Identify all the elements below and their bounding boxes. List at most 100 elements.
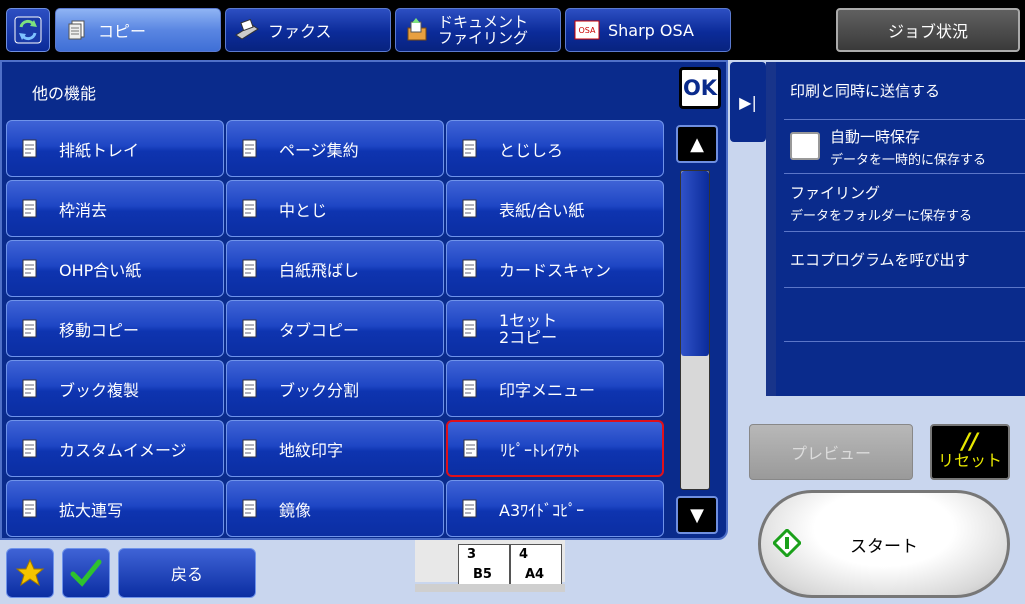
- mirror-icon: [239, 498, 261, 520]
- auto-save-checkbox[interactable]: [790, 132, 820, 160]
- function-button[interactable]: 1セット 2コピー: [446, 300, 664, 357]
- function-button[interactable]: OHP合い紙: [6, 240, 224, 297]
- tab-fax[interactable]: ファクス: [225, 8, 391, 52]
- function-label: 中とじ: [279, 200, 328, 220]
- ok-button[interactable]: OK: [679, 67, 721, 109]
- function-button[interactable]: 鏡像: [226, 480, 444, 537]
- function-button[interactable]: 枠消去: [6, 180, 224, 237]
- home-button[interactable]: [6, 8, 50, 52]
- card-scan-icon: [459, 258, 481, 280]
- function-button[interactable]: とじしろ: [446, 120, 664, 177]
- side-item-empty: [784, 288, 1025, 342]
- function-button[interactable]: ページ集約: [226, 120, 444, 177]
- scroll-up-button[interactable]: ▲: [676, 125, 718, 163]
- start-diamond-icon: [773, 529, 801, 557]
- reset-icon: //: [961, 430, 979, 455]
- panel-title: 他の機能: [32, 84, 97, 103]
- one-set-two-copy-icon: [459, 318, 481, 340]
- function-button[interactable]: ブック複製: [6, 360, 224, 417]
- side-item-label: 印刷と同時に送信する: [790, 82, 941, 100]
- function-button[interactable]: 拡大連写: [6, 480, 224, 537]
- tab-sharp-osa[interactable]: OSA Sharp OSA: [565, 8, 731, 52]
- function-label: 排紙トレイ: [59, 140, 140, 160]
- top-bar: コピー ファクス ドキュメント ファイリング OSA Sharp OSA ジョブ…: [0, 0, 1025, 60]
- stamp-menu-icon: [459, 378, 481, 400]
- function-label: 印字メニュー: [499, 380, 596, 400]
- function-button[interactable]: ﾘﾋﾟｰﾄﾚｲｱｳﾄ: [446, 420, 664, 477]
- function-button[interactable]: 地紋印字: [226, 420, 444, 477]
- function-button[interactable]: 移動コピー: [6, 300, 224, 357]
- scrollbar-thumb[interactable]: [681, 171, 709, 356]
- back-button[interactable]: 戻る: [118, 548, 256, 598]
- tab-copy[interactable]: コピー: [55, 8, 221, 52]
- confirm-button[interactable]: [62, 548, 110, 598]
- multi-page-enlarge-icon: [19, 498, 41, 520]
- page-aggregate-icon: [239, 138, 261, 160]
- function-button[interactable]: 印字メニュー: [446, 360, 664, 417]
- reset-button[interactable]: // リセット: [930, 424, 1010, 480]
- function-label: 拡大連写: [59, 500, 124, 520]
- copy-icon: [64, 18, 90, 42]
- pattern-print-icon: [239, 438, 261, 460]
- function-label: 表紙/合い紙: [499, 200, 585, 220]
- tray-4: 4 A4: [510, 544, 562, 586]
- function-button[interactable]: 表紙/合い紙: [446, 180, 664, 237]
- function-label: カードスキャン: [499, 260, 612, 280]
- function-button[interactable]: 白紙飛ばし: [226, 240, 444, 297]
- scroll-down-button[interactable]: ▼: [676, 496, 718, 534]
- preview-button[interactable]: プレビュー: [749, 424, 913, 480]
- tray-3: 3 B5: [458, 544, 510, 586]
- side-item-label: エコプログラムを呼び出す: [790, 251, 970, 269]
- osa-badge-text: OSA: [579, 26, 597, 35]
- function-label: ブック複製: [59, 380, 140, 400]
- side-panel: 印刷と同時に送信する 自動一時保存 データを一時的に保存する ファイリング デー…: [766, 62, 1025, 396]
- job-status-button[interactable]: ジョブ状況: [836, 8, 1020, 52]
- function-button[interactable]: 排紙トレイ: [6, 120, 224, 177]
- fax-icon: [234, 18, 260, 42]
- tab-copy-icon: [239, 318, 261, 340]
- checkmark-icon: [70, 559, 102, 587]
- play-pause-icon: ▶|: [739, 92, 757, 112]
- tab-document-filing[interactable]: ドキュメント ファイリング: [395, 8, 561, 52]
- function-button[interactable]: A3ﾜｲﾄﾞｺﾋﾟｰ: [446, 480, 664, 537]
- center-staple-icon: [239, 198, 261, 220]
- side-item-filing[interactable]: ファイリング データをフォルダーに保存する: [784, 174, 1025, 232]
- function-label: 1セット 2コピー: [499, 310, 558, 347]
- side-item-send-while-print[interactable]: 印刷と同時に送信する: [784, 62, 1025, 120]
- book-split-icon: [239, 378, 261, 400]
- function-label: 枠消去: [59, 200, 108, 220]
- function-button[interactable]: 中とじ: [226, 180, 444, 237]
- tab-sharp-osa-label: Sharp OSA: [608, 20, 694, 40]
- function-label: A3ﾜｲﾄﾞｺﾋﾟｰ: [499, 500, 585, 520]
- function-label: ブック分割: [279, 380, 360, 400]
- function-button[interactable]: タブコピー: [226, 300, 444, 357]
- side-item-label: 自動一時保存: [830, 127, 921, 146]
- tray-base: [415, 584, 565, 592]
- start-button[interactable]: スタート: [758, 490, 1010, 598]
- function-button[interactable]: ブック分割: [226, 360, 444, 417]
- side-panel-toggle[interactable]: ▶|: [730, 62, 766, 142]
- ohp-insert-icon: [19, 258, 41, 280]
- blank-skip-icon: [239, 258, 261, 280]
- function-button[interactable]: カードスキャン: [446, 240, 664, 297]
- function-label: 鏡像: [279, 500, 312, 520]
- side-item-sub: データを一時的に保存する: [830, 152, 987, 168]
- custom-image-icon: [19, 438, 41, 460]
- function-button[interactable]: カスタムイメージ: [6, 420, 224, 477]
- function-label: 地紋印字: [279, 440, 344, 460]
- arrow-down-icon: ▼: [690, 504, 704, 526]
- function-label: 白紙飛ばし: [279, 260, 360, 280]
- arrow-up-icon: ▲: [690, 133, 704, 155]
- star-icon: [15, 558, 45, 587]
- output-tray-icon: [19, 138, 41, 160]
- scrollbar-track[interactable]: [680, 170, 710, 490]
- osa-icon: OSA: [574, 18, 600, 42]
- favorites-button[interactable]: [6, 548, 54, 598]
- tab-fax-label: ファクス: [268, 22, 332, 41]
- side-item-eco-program[interactable]: エコプログラムを呼び出す: [784, 232, 1025, 288]
- book-copy-icon: [19, 378, 41, 400]
- function-label: ページ集約: [279, 140, 359, 160]
- side-item-sub: データをフォルダーに保存する: [790, 208, 973, 224]
- binding-margin-icon: [459, 138, 481, 160]
- side-item-auto-save[interactable]: 自動一時保存 データを一時的に保存する: [784, 120, 1025, 174]
